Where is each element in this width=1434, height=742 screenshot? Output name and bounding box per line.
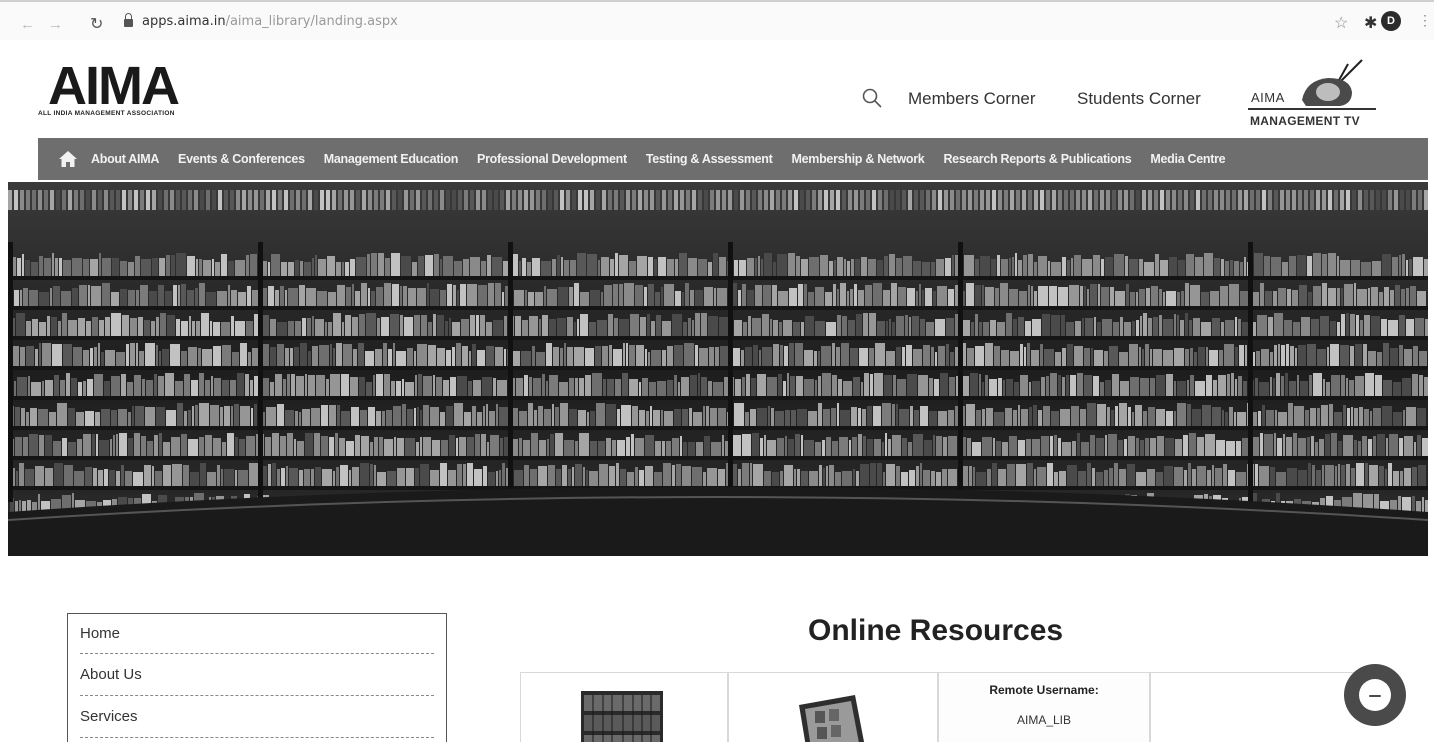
- home-icon[interactable]: [58, 149, 78, 169]
- reload-icon[interactable]: ↻: [90, 14, 103, 34]
- online-resources-title: Online Resources: [808, 614, 1064, 647]
- nav-testing-assessment[interactable]: Testing & Assessment: [646, 152, 773, 166]
- banner-illustration: [8, 182, 1428, 556]
- nav-media-centre[interactable]: Media Centre: [1150, 152, 1225, 166]
- bookmark-star-icon[interactable]: ☆: [1334, 13, 1348, 33]
- sidebar-item-services[interactable]: Services: [80, 696, 434, 738]
- nav-professional-development[interactable]: Professional Development: [477, 152, 627, 166]
- members-corner-link[interactable]: Members Corner: [908, 89, 1036, 109]
- chat-widget-button[interactable]: [1344, 664, 1406, 726]
- students-corner-link[interactable]: Students Corner: [1077, 89, 1201, 109]
- chat-icon-line: [1369, 695, 1381, 697]
- management-tv-logo[interactable]: AIMA MANAGEMENT TV: [1240, 56, 1390, 132]
- nav-research-reports[interactable]: Research Reports & Publications: [943, 152, 1131, 166]
- nav-events-conferences[interactable]: Events & Conferences: [178, 152, 305, 166]
- tv-logo-aima: AIMA: [1251, 90, 1285, 105]
- remote-username-value: AIMA_LIB: [1016, 713, 1072, 727]
- resource-cards: Remote Username: AIMA_LIB: [520, 672, 1400, 742]
- forward-arrow-icon[interactable]: →: [48, 16, 63, 33]
- remote-access-card: Remote Username: AIMA_LIB: [938, 672, 1150, 742]
- search-icon[interactable]: [862, 88, 882, 108]
- profile-avatar[interactable]: D: [1381, 11, 1401, 31]
- tv-logo-rule: [1248, 108, 1376, 110]
- sidebar-menu: Home About Us Services: [67, 613, 447, 742]
- ebook-tablet-thumbnail: [799, 695, 865, 742]
- sidebar-item-home[interactable]: Home: [80, 614, 434, 654]
- extensions-icon[interactable]: ✱: [1364, 13, 1377, 33]
- nav-management-education[interactable]: Management Education: [324, 152, 459, 166]
- tv-logo-title: MANAGEMENT TV: [1250, 114, 1360, 128]
- tv-icon: [1302, 59, 1363, 106]
- aima-logo-text: AIMA: [48, 60, 179, 110]
- aima-logo[interactable]: AIMA ALL INDIA MANAGEMENT ASSOCIATION: [38, 58, 238, 122]
- logo-tagline: ALL INDIA MANAGEMENT ASSOCIATION: [38, 110, 175, 117]
- browser-toolbar: ← → ↻ apps.aima.in/aima_library/landing.…: [0, 0, 1434, 40]
- back-arrow-icon[interactable]: ←: [20, 16, 35, 33]
- lock-icon[interactable]: [124, 13, 133, 28]
- remote-username-label: Remote Username:: [989, 683, 1099, 697]
- main-nav: About AIMA Events & Conferences Manageme…: [38, 138, 1428, 180]
- nav-membership-network[interactable]: Membership & Network: [792, 152, 925, 166]
- aima-logo-mark: AIMA: [48, 60, 181, 110]
- resource-card[interactable]: [728, 672, 938, 742]
- bookshelf-thumbnail: [581, 691, 663, 742]
- address-bar[interactable]: apps.aima.in/aima_library/landing.aspx: [142, 14, 398, 29]
- resource-card[interactable]: [520, 672, 728, 742]
- url-path: /aima_library/landing.aspx: [225, 14, 398, 29]
- nav-about-aima[interactable]: About AIMA: [91, 152, 159, 166]
- sidebar-item-about-us[interactable]: About Us: [80, 654, 434, 696]
- url-host: apps.aima.in: [142, 14, 226, 29]
- resource-card[interactable]: [1150, 672, 1360, 742]
- browser-menu-icon[interactable]: ⋮: [1418, 12, 1432, 29]
- library-banner-image: [8, 182, 1428, 556]
